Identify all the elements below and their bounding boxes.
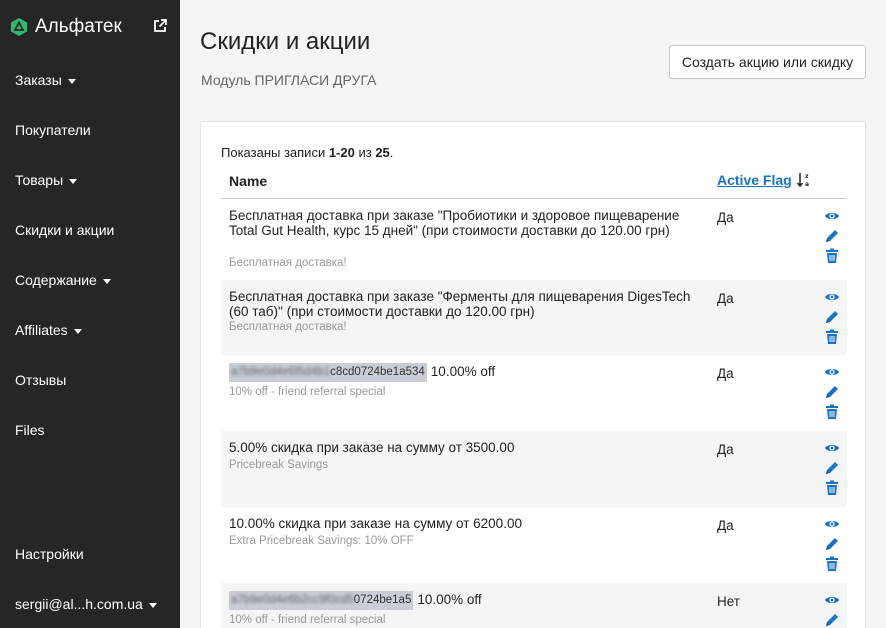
pencil-icon[interactable] bbox=[824, 228, 840, 244]
trash-icon[interactable] bbox=[824, 329, 840, 345]
discounts-table-card: Показаны записи 1-20 из 25. Name Active … bbox=[200, 121, 866, 628]
coupon-code: a7b9e0d4e6f5d4b1c8cd0724be1a534 bbox=[229, 363, 427, 382]
page-title: Скидки и акции bbox=[200, 28, 371, 55]
table-row: Бесплатная доставка при заказе "Пробиоти… bbox=[221, 199, 847, 280]
discount-description: Бесплатная доставка! bbox=[229, 321, 347, 333]
coupon-code-visible: 0724be1a5 bbox=[353, 594, 412, 606]
active-flag-value: Нет bbox=[717, 594, 740, 609]
eye-icon[interactable] bbox=[824, 592, 840, 608]
coupon-code: a7b9e0d4e6b2cc9f0cd50724be1a5 bbox=[229, 591, 414, 610]
sidebar: Альфатек Заказы Покупатели Товары Скидки… bbox=[0, 0, 180, 628]
column-header-active-flag-label: Active Flag bbox=[717, 172, 792, 188]
sidebar-item-label: Отзывы bbox=[15, 372, 67, 388]
summary-mid: из bbox=[354, 145, 376, 160]
sidebar-item-products[interactable]: Товары bbox=[15, 172, 78, 188]
sidebar-item-orders[interactable]: Заказы bbox=[15, 72, 76, 88]
discount-title: 10.00% off bbox=[430, 364, 496, 380]
table-row: 5.00% скидка при заказе на сумму от 3500… bbox=[221, 431, 847, 507]
trash-icon[interactable] bbox=[824, 556, 840, 572]
sidebar-item-label: Товары bbox=[15, 172, 64, 188]
discount-title[interactable]: 10.00% скидка при заказе на сумму от 620… bbox=[229, 516, 707, 531]
trash-icon[interactable] bbox=[824, 404, 840, 420]
eye-icon[interactable] bbox=[824, 440, 840, 456]
sort-desc-icon: z a bbox=[796, 173, 809, 188]
discount-title[interactable]: Бесплатная доставка при заказе "Ферменты… bbox=[229, 289, 707, 319]
sidebar-item-reviews[interactable]: Отзывы bbox=[15, 372, 66, 388]
svg-text:a: a bbox=[805, 181, 809, 188]
eye-icon[interactable] bbox=[824, 289, 840, 305]
sidebar-item-customers[interactable]: Покупатели bbox=[15, 122, 91, 138]
sidebar-item-label: Affiliates bbox=[15, 322, 68, 338]
coupon-code-hidden: a7b9e0d4e6b2cc9f0cd5 bbox=[231, 594, 354, 606]
table-row: a7b9e0d4e6b2cc9f0cd50724be1a5 10.00% off … bbox=[221, 583, 847, 628]
sidebar-item-label: Настройки bbox=[15, 546, 84, 562]
pencil-icon[interactable] bbox=[824, 309, 840, 325]
coupon-code-visible: c8cd0724be1a534 bbox=[330, 366, 425, 378]
pencil-icon[interactable] bbox=[824, 612, 840, 628]
sidebar-item-files[interactable]: Files bbox=[15, 422, 45, 438]
brand-logo-icon bbox=[11, 18, 27, 36]
svg-text:z: z bbox=[805, 173, 809, 180]
discount-title[interactable]: 5.00% скидка при заказе на сумму от 3500… bbox=[229, 440, 707, 455]
table-row: 10.00% скидка при заказе на сумму от 620… bbox=[221, 507, 847, 583]
active-flag-value: Да bbox=[717, 518, 734, 533]
chevron-down-icon bbox=[148, 602, 157, 608]
chevron-down-icon bbox=[67, 78, 76, 84]
sidebar-item-label: Содержание bbox=[15, 272, 97, 288]
external-link-icon[interactable] bbox=[152, 18, 168, 34]
sidebar-item-discounts[interactable]: Скидки и акции bbox=[15, 222, 114, 238]
active-flag-value: Да bbox=[717, 210, 734, 225]
sidebar-item-settings[interactable]: Настройки bbox=[15, 546, 84, 562]
column-header-active-flag[interactable]: Active Flag z a bbox=[717, 172, 811, 188]
summary-total: 25 bbox=[375, 145, 390, 160]
discount-description: 10% off - friend referral special bbox=[229, 614, 386, 626]
user-menu[interactable]: sergii@al...h.com.ua bbox=[15, 596, 157, 612]
pencil-icon[interactable] bbox=[824, 460, 840, 476]
summary-suffix: . bbox=[389, 145, 394, 160]
eye-icon[interactable] bbox=[824, 208, 840, 224]
sidebar-item-label: Скидки и акции bbox=[15, 222, 115, 238]
discount-title[interactable]: Бесплатная доставка при заказе "Пробиоти… bbox=[229, 208, 707, 238]
user-email: sergii@al...h.com.ua bbox=[15, 596, 143, 612]
records-summary: Показаны записи 1-20 из 25. bbox=[221, 145, 393, 160]
discount-title: 10.00% off bbox=[417, 592, 482, 608]
chevron-down-icon bbox=[102, 278, 111, 284]
summary-range: 1-20 bbox=[328, 145, 355, 160]
brand[interactable]: Альфатек bbox=[10, 14, 170, 40]
pencil-icon[interactable] bbox=[824, 536, 840, 552]
trash-icon[interactable] bbox=[824, 480, 840, 496]
active-flag-value: Да bbox=[717, 442, 734, 457]
active-flag-value: Да bbox=[717, 291, 734, 306]
sidebar-item-label: Заказы bbox=[15, 72, 62, 88]
discount-description: 10% off - friend referral special bbox=[229, 386, 386, 398]
pencil-icon[interactable] bbox=[824, 384, 840, 400]
page-subtitle: Модуль ПРИГЛАСИ ДРУГА bbox=[201, 72, 377, 88]
sidebar-item-label: Files bbox=[15, 422, 45, 438]
summary-prefix: Показаны записи bbox=[221, 145, 329, 160]
table-row: Бесплатная доставка при заказе "Ферменты… bbox=[221, 280, 847, 355]
create-discount-button[interactable]: Создать акцию или скидку bbox=[669, 45, 866, 79]
discount-description: Pricebreak Savings bbox=[229, 459, 329, 471]
sidebar-item-affiliates[interactable]: Affiliates bbox=[15, 322, 82, 338]
eye-icon[interactable] bbox=[824, 516, 840, 532]
chevron-down-icon bbox=[69, 178, 78, 184]
active-flag-value: Да bbox=[717, 366, 734, 381]
chevron-down-icon bbox=[73, 328, 82, 334]
coupon-code-hidden: a7b9e0d4e6f5d4b1 bbox=[231, 366, 331, 378]
sidebar-item-label: Покупатели bbox=[15, 122, 91, 138]
sidebar-item-content[interactable]: Содержание bbox=[15, 272, 111, 288]
discount-title-line[interactable]: a7b9e0d4e6f5d4b1c8cd0724be1a534 10.00% of… bbox=[229, 363, 707, 382]
trash-icon[interactable] bbox=[824, 248, 840, 264]
table-row: a7b9e0d4e6f5d4b1c8cd0724be1a534 10.00% of… bbox=[221, 355, 847, 431]
discount-description: Extra Pricebreak Savings: 10% OFF bbox=[229, 535, 414, 547]
brand-name: Альфатек bbox=[35, 16, 122, 37]
column-header-name: Name bbox=[229, 173, 268, 189]
discount-description: Бесплатная доставка! bbox=[229, 257, 347, 269]
eye-icon[interactable] bbox=[824, 364, 840, 380]
discount-title-line[interactable]: a7b9e0d4e6b2cc9f0cd50724be1a5 10.00% off bbox=[229, 591, 707, 610]
